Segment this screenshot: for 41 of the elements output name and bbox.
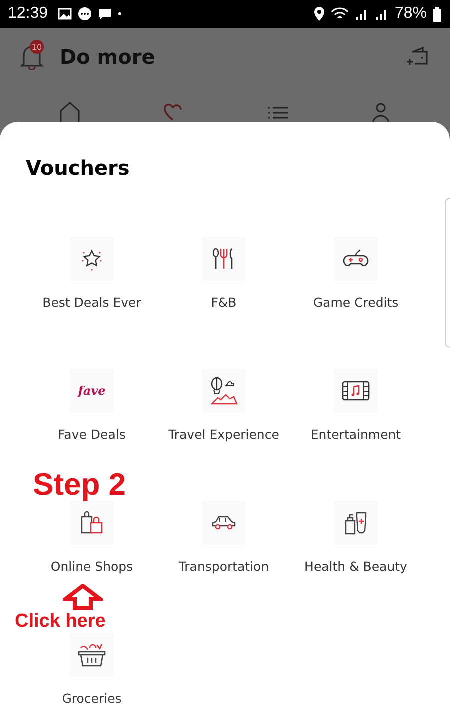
car-icon — [210, 514, 237, 532]
page-title: Do more — [60, 45, 156, 69]
person-icon[interactable] — [372, 102, 390, 122]
battery-icon — [433, 6, 442, 22]
music-film-icon — [342, 380, 370, 402]
wifi-icon — [330, 7, 349, 21]
click-annotation: Click here — [15, 611, 106, 633]
heart-icon[interactable] — [163, 102, 184, 122]
wallet-add-icon[interactable] — [406, 46, 428, 68]
chat-icon — [78, 7, 92, 21]
cosmetics-icon — [344, 511, 368, 535]
shopping-bags-icon — [80, 511, 104, 535]
message-icon — [98, 8, 112, 20]
step-annotation: Step 2 — [33, 467, 126, 503]
voucher-category[interactable]: Groceries — [62, 633, 122, 706]
star-icon — [80, 247, 104, 271]
notification-button[interactable]: 10 — [20, 44, 44, 70]
balloon-mountain-icon — [210, 377, 238, 405]
voucher-category[interactable]: Online Shops — [50, 501, 134, 574]
home-icon[interactable] — [60, 102, 80, 122]
battery-level: 78% — [394, 5, 427, 23]
image-icon — [58, 8, 72, 20]
location-icon — [314, 7, 325, 21]
voucher-category[interactable]: fave Fave Deals — [58, 369, 126, 442]
notification-badge: 10 — [30, 40, 44, 54]
clock: 12:39 — [8, 5, 48, 23]
voucher-category[interactable]: Transportation — [178, 501, 270, 574]
bell-icon — [20, 44, 44, 70]
dot-icon — [118, 12, 122, 16]
signal-icon — [374, 7, 389, 21]
signal-icon — [354, 7, 369, 21]
fave-logo: fave — [78, 384, 106, 398]
sheet-title: Vouchers — [26, 156, 131, 180]
voucher-category[interactable]: Best Deals Ever — [42, 237, 142, 310]
voucher-category[interactable]: Health & Beauty — [304, 501, 408, 574]
voucher-category[interactable]: F&B — [202, 237, 246, 310]
up-arrow-annotation — [63, 584, 103, 610]
voucher-category[interactable]: Entertainment — [310, 369, 402, 442]
voucher-category[interactable]: Travel Experience — [168, 369, 280, 442]
grocery-basket-icon — [78, 642, 106, 668]
voucher-category[interactable]: Game Credits — [313, 237, 399, 310]
